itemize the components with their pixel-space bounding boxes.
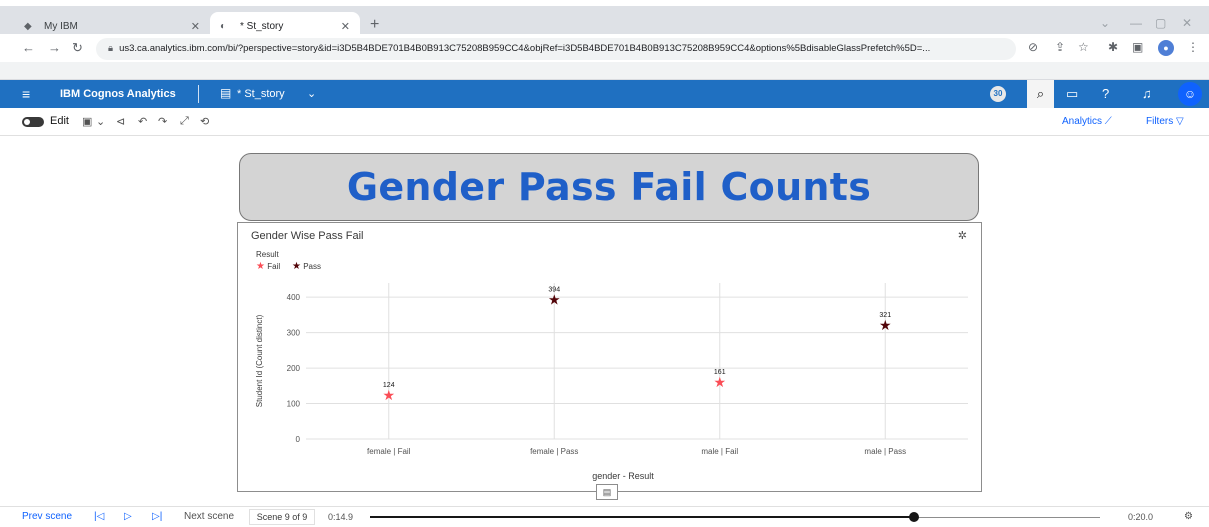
bookmarks-strip (0, 62, 1209, 80)
y-tick-label: 0 (296, 435, 301, 444)
bell-icon[interactable]: ♫ (1142, 86, 1152, 101)
scene-title-box[interactable]: Gender Pass Fail Counts (239, 153, 979, 221)
restore-icon[interactable]: ▢ (1155, 16, 1166, 30)
chat-icon[interactable]: ▭ (1066, 86, 1078, 102)
hamburger-menu-icon[interactable]: ≡ (22, 86, 30, 102)
story-name[interactable]: * St_story (237, 88, 285, 100)
chevron-down-icon[interactable]: ⌄ (307, 87, 316, 100)
play-icon[interactable]: ▷ (124, 511, 132, 522)
table-view-icon[interactable]: ▤ (596, 484, 618, 500)
expand-icon[interactable]: ⤢ (180, 115, 189, 128)
save-icon[interactable]: ▣ (82, 115, 92, 128)
minimize-icon[interactable]: — (1130, 16, 1142, 30)
address-bar-row: ← → ↻ 🔒︎ us3.ca.analytics.ibm.com/bi/?per… (0, 34, 1209, 62)
analytics-icon: ⟋ (1104, 116, 1112, 127)
scatter-plot: 0 100 200 300 400 female | Fail female | Pass m… (255, 283, 968, 481)
x-tick-label: male | Fail (701, 447, 738, 456)
tab-title: My IBM (44, 20, 78, 32)
x-tick-label: female | Pass (530, 447, 578, 456)
y-tick-label: 100 (287, 400, 301, 409)
edit-label: Edit (50, 115, 69, 127)
header-divider (198, 85, 199, 103)
y-tick-label: 200 (287, 364, 301, 373)
chart-widget[interactable]: Gender Wise Pass Fail ✲ Result ★ Fail ★ … (237, 222, 982, 492)
ibm-icon: ◆ (24, 20, 32, 32)
help-icon[interactable]: ? (1102, 86, 1109, 101)
browser-tab-bar: ◆ My IBM ✕ ◐ * St_story ✕ + ⌄ — ▢ ✕ (0, 0, 1209, 40)
story-toolbar: Edit ▣ ⌄ ⊲ ↶ ↷ ⤢ ⟲ Analytics ⟋ Filters ▽ (0, 108, 1209, 136)
new-tab-icon[interactable]: + (370, 16, 379, 34)
data-label: 161 (714, 369, 726, 376)
time-current: 0:14.9 (328, 512, 354, 522)
data-point-star: ★ (548, 292, 561, 308)
eye-off-icon[interactable]: ⊘ (1028, 40, 1038, 54)
url-text: us3.ca.analytics.ibm.com/bi/?perspective… (119, 43, 931, 54)
y-axis-title: Student Id (Count distinct) (255, 314, 264, 407)
tab-title: * St_story (240, 20, 284, 32)
chevron-down-icon[interactable]: ⌄ (1100, 16, 1110, 30)
data-point-star: ★ (879, 318, 892, 334)
app-brand: IBM Cognos Analytics (60, 88, 176, 100)
close-tab-icon[interactable]: ✕ (341, 20, 350, 33)
refresh-icon[interactable]: ⟲ (200, 115, 209, 128)
filters-button[interactable]: Filters ▽ (1146, 116, 1184, 127)
analytics-button[interactable]: Analytics ⟋ (1062, 116, 1112, 127)
data-label: 394 (548, 286, 560, 293)
notification-badge[interactable]: 30 (990, 86, 1006, 102)
prev-scene-button[interactable]: Prev scene (22, 511, 72, 522)
cognos-icon: ◐ (220, 20, 227, 32)
filter-icon: ▽ (1176, 116, 1184, 127)
url-field[interactable]: 🔒︎ us3.ca.analytics.ibm.com/bi/?perspecti… (96, 38, 1016, 60)
share-icon[interactable]: ⊲ (116, 115, 125, 128)
skip-back-icon[interactable]: |◁ (94, 511, 104, 522)
profile-avatar[interactable]: ● (1158, 40, 1174, 56)
x-axis-title: gender - Result (592, 471, 654, 481)
close-window-icon[interactable]: ✕ (1182, 16, 1192, 30)
data-point-star: ★ (382, 388, 395, 404)
close-tab-icon[interactable]: ✕ (191, 20, 200, 33)
star-icon[interactable]: ☆ (1078, 40, 1089, 54)
story-icon: ▤ (220, 86, 232, 100)
filters-label: Filters (1146, 116, 1174, 127)
cognos-header: ≡ IBM Cognos Analytics ▤ * St_story ⌄ 30… (0, 80, 1209, 108)
next-scene-button[interactable]: Next scene (184, 511, 234, 522)
back-icon[interactable]: ← (22, 40, 35, 55)
forward-icon[interactable]: → (48, 40, 61, 55)
undo-icon[interactable]: ↶ (138, 115, 147, 128)
share-icon[interactable]: ⇪ (1055, 40, 1065, 54)
menu-dots-icon[interactable]: ⋮ (1187, 40, 1199, 54)
skip-forward-icon[interactable]: ▷| (152, 511, 162, 522)
analytics-label: Analytics (1062, 116, 1103, 127)
timeline-handle[interactable] (908, 512, 919, 522)
scene-title: Gender Pass Fail Counts (346, 165, 872, 209)
y-tick-label: 300 (287, 329, 301, 338)
edit-toggle[interactable] (22, 117, 44, 127)
scene-playbar: Prev scene |◁ ▷ ▷| Next scene Scene 9 of… (0, 506, 1209, 527)
data-point-star: ★ (713, 375, 726, 391)
x-tick-label: male | Pass (864, 447, 906, 456)
data-label: 124 (383, 382, 395, 389)
lock-icon: 🔒︎ (108, 43, 114, 54)
search-icon[interactable]: ⌕ (1027, 80, 1054, 108)
data-label: 321 (879, 312, 891, 319)
user-icon[interactable]: ☺ (1178, 82, 1202, 106)
sidepanel-icon[interactable]: ▣ (1132, 40, 1143, 54)
redo-icon[interactable]: ↷ (158, 115, 167, 128)
chevron-down-icon[interactable]: ⌄ (96, 115, 105, 128)
story-canvas: Gender Pass Fail Counts Gender Wise Pass… (0, 136, 1209, 506)
scene-selector[interactable]: Scene 9 of 9 (249, 509, 315, 525)
x-tick-label: female | Fail (367, 447, 411, 456)
timeline-progress (370, 516, 914, 518)
extensions-icon[interactable]: ✱ (1108, 40, 1118, 54)
y-tick-label: 400 (287, 293, 301, 302)
settings-icon[interactable]: ⚙ (1184, 511, 1193, 522)
time-total: 0:20.0 (1128, 512, 1154, 522)
reload-icon[interactable]: ↻ (72, 40, 83, 56)
